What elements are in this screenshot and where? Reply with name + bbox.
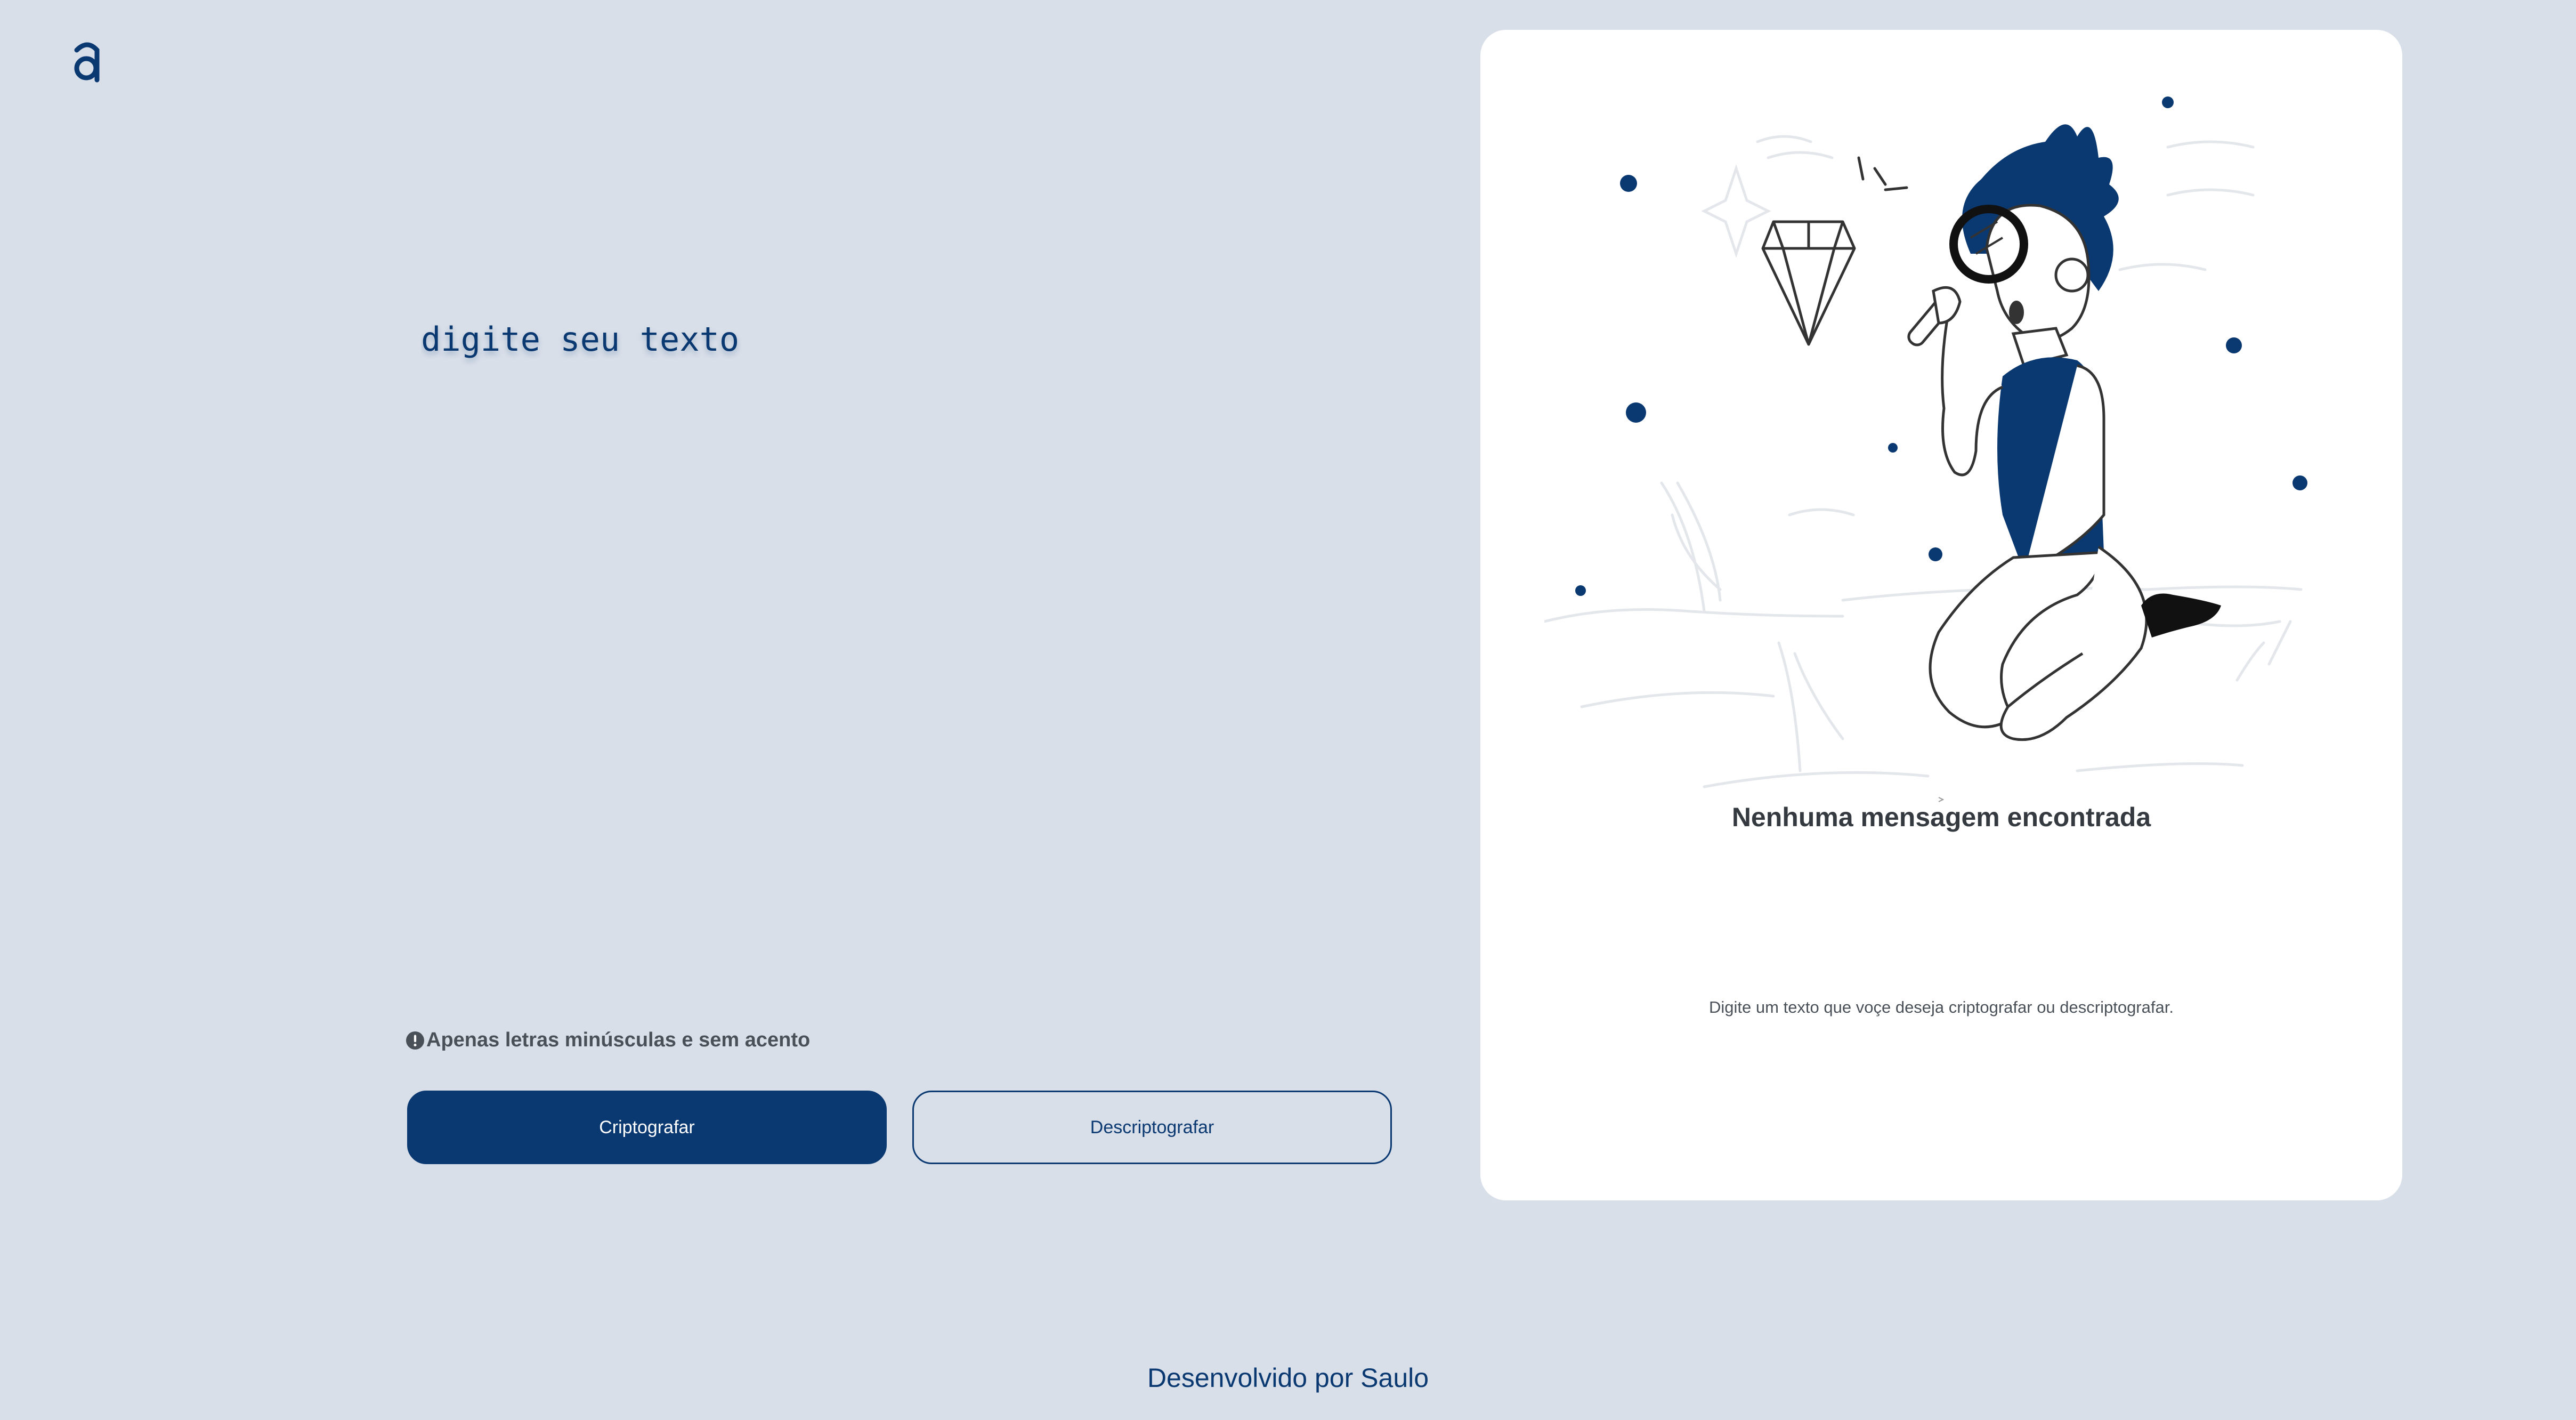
decrypt-button[interactable]: Descriptografar: [912, 1091, 1392, 1164]
info-circle-icon: [406, 1031, 424, 1050]
logo-icon[interactable]: [72, 41, 102, 83]
footer-credit: Desenvolvido por Saulo: [1147, 1363, 1429, 1393]
encrypt-button[interactable]: Criptografar: [407, 1091, 887, 1164]
empty-state-title: Nenhuma mensagem encontrada: [1731, 802, 2151, 832]
hint-text: Apenas letras minúsculas e sem acento: [426, 1029, 811, 1051]
message-input[interactable]: [421, 320, 1396, 949]
person-with-magnifying-glass-illustration: [1544, 96, 2307, 802]
empty-state-description: Digite um texto que voçe deseja criptogr…: [1709, 998, 2174, 1016]
output-panel: Nenhuma mensagem encontrada Digite um te…: [1480, 30, 2402, 1200]
input-hint: Apenas letras minúsculas e sem acento: [406, 1029, 810, 1052]
